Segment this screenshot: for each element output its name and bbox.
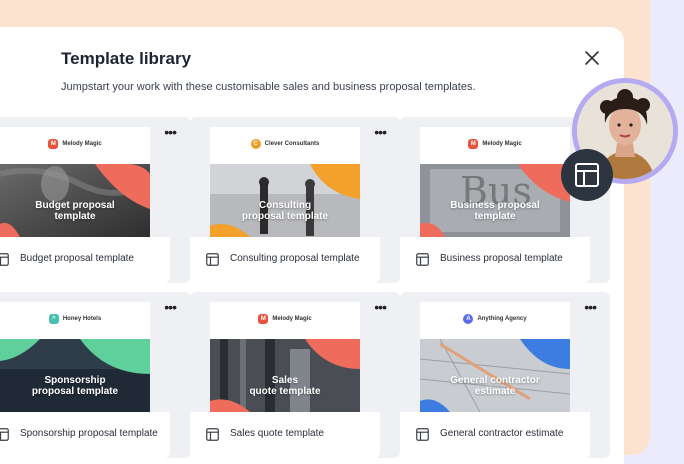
brand-row: A Anything Agency [420,312,570,326]
more-options-button[interactable]: ••• [374,125,387,139]
brand-row: ^ Honey Hotels [0,312,150,326]
more-options-button[interactable]: ••• [374,300,387,314]
thumbnail-title: Sponsorship proposal template [31,375,119,397]
brand-name: Honey Hotels [62,316,102,322]
dialog-title: Template library [61,49,192,68]
card-footer: Consulting proposal template [190,237,380,283]
close-button[interactable] [583,49,601,67]
close-icon [585,51,599,65]
brand-row: M Melody Magic [210,312,360,326]
thumbnail-title: Sales quote template [249,375,321,397]
brand-logo-icon: M [468,139,479,149]
card-footer: Budget proposal template [0,237,170,283]
brand-logo-icon: M [48,139,59,149]
brand-name: Melody Magic [62,141,102,147]
template-label[interactable]: Budget proposal template [20,253,134,264]
thumbnail-photo: Budget proposal template [0,164,150,237]
template-thumbnail: C Clever Consultants Consulting proposal… [210,127,360,237]
template-label[interactable]: Sponsorship proposal template [20,428,158,439]
brand-name: Anything Agency [477,316,527,322]
layout-template-icon [416,428,429,441]
template-label[interactable]: Consulting proposal template [230,253,360,264]
thumbnail-title: Budget proposal template [35,200,115,222]
template-library-dialog: Template library Jumpstart your work wit… [0,27,624,464]
template-thumbnail: A Anything Agency General contractor est… [420,302,570,412]
template-card-sponsorship[interactable]: ^ Honey Hotels Sponsorship proposal temp… [0,292,190,458]
brand-name: Melody Magic [482,141,522,147]
card-footer: General contractor estimate [400,412,590,458]
template-label[interactable]: Sales quote template [230,428,324,439]
thumbnail-title: Consulting proposal template [241,200,329,222]
template-label[interactable]: General contractor estimate [440,428,563,439]
template-card-consulting[interactable]: C Clever Consultants Consulting proposal… [190,117,400,283]
layout-template-icon [575,163,599,187]
brand-logo-icon: ^ [48,314,59,324]
template-label[interactable]: Business proposal template [440,253,563,264]
thumbnail-photo: Consulting proposal template [210,164,360,237]
layout-template-icon [0,253,9,266]
more-options-button[interactable]: ••• [164,300,177,314]
brand-logo-icon: A [463,314,474,324]
layout-badge [561,149,613,201]
thumbnail-photo: Bus Business proposal template [420,164,570,237]
thumbnail-photo: Sales quote template [210,339,360,412]
layout-template-icon [206,253,219,266]
template-thumbnail: M Melody Magic Sales quote template [210,302,360,412]
brand-logo-icon: C [250,139,261,149]
layout-template-icon [206,428,219,441]
thumbnail-title: General contractor estimate [450,375,540,397]
thumbnail-photo: General contractor estimate [420,339,570,412]
brand-name: Melody Magic [272,316,312,322]
more-options-button[interactable]: ••• [584,300,597,314]
layout-template-icon [0,428,9,441]
template-thumbnail: M Melody Magic Budget proposal template [0,127,150,237]
brand-name: Clever Consultants [264,141,320,147]
template-card-contractor-estimate[interactable]: A Anything Agency General contractor est… [400,292,610,458]
brand-logo-icon: M [258,314,269,324]
template-thumbnail: M Melody Magic Bus Business proposal tem… [420,127,570,237]
dialog-subtitle: Jumpstart your work with these customisa… [61,81,476,93]
card-footer: Sponsorship proposal template [0,412,170,458]
thumbnail-title: Business proposal template [450,200,540,222]
brand-row: C Clever Consultants [210,137,360,151]
more-options-button[interactable]: ••• [164,125,177,139]
card-footer: Sales quote template [190,412,380,458]
template-thumbnail: ^ Honey Hotels Sponsorship proposal temp… [0,302,150,412]
brand-row: M Melody Magic [0,137,150,151]
layout-template-icon [416,253,429,266]
card-footer: Business proposal template [400,237,590,283]
thumbnail-photo: Sponsorship proposal template [0,339,150,412]
template-card-budget[interactable]: M Melody Magic Budget proposal template … [0,117,190,283]
brand-row: M Melody Magic [420,137,570,151]
template-card-sales-quote[interactable]: M Melody Magic Sales quote template ••• [190,292,400,458]
